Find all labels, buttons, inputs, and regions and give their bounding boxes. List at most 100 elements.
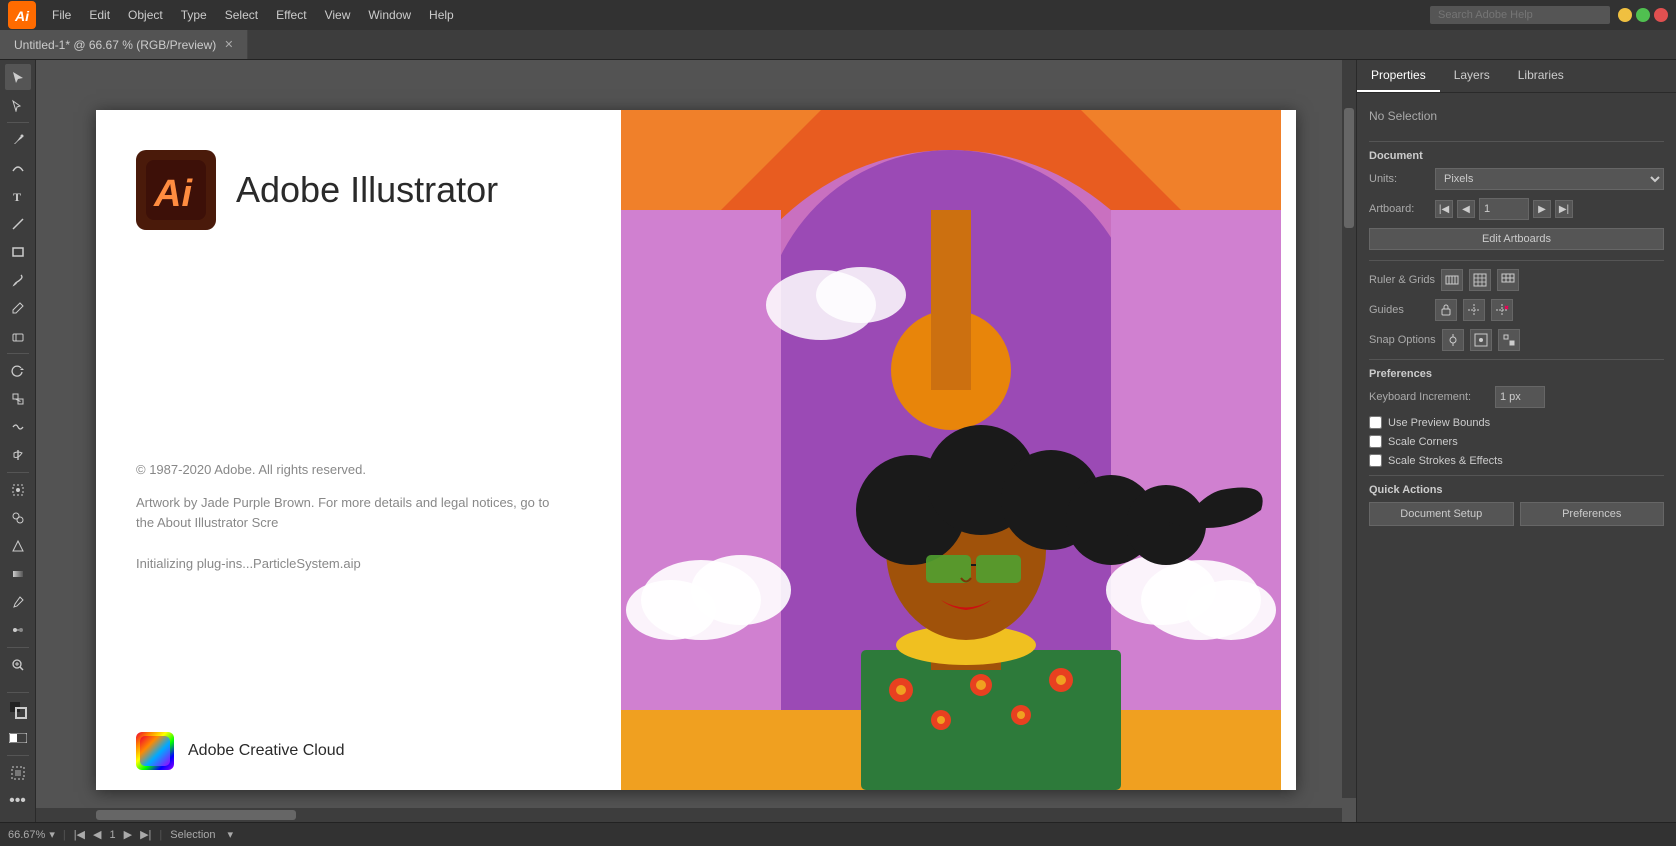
preferences-button[interactable]: Preferences xyxy=(1520,502,1665,526)
snap-icons xyxy=(1442,329,1520,351)
vertical-scrollbar[interactable] xyxy=(1342,60,1356,798)
splash-content: Ai Adobe Illustrator © 1987-2020 Adobe. … xyxy=(96,110,1296,790)
artboard-first-btn[interactable]: |◀ xyxy=(74,828,85,841)
tab-bar: Untitled-1* @ 66.67 % (RGB/Preview) ✕ xyxy=(0,30,1676,60)
artboard-number-status: 1 xyxy=(110,829,116,841)
guides-show-icon[interactable] xyxy=(1463,299,1485,321)
menu-type[interactable]: Type xyxy=(173,4,215,26)
pen-tool[interactable] xyxy=(5,127,31,153)
use-preview-bounds-checkbox[interactable] xyxy=(1369,416,1382,429)
menu-effect[interactable]: Effect xyxy=(268,4,314,26)
tab-properties[interactable]: Properties xyxy=(1357,60,1440,92)
scale-tool[interactable] xyxy=(5,386,31,412)
snap-pixel-icon[interactable] xyxy=(1498,329,1520,351)
units-select[interactable]: Pixels Inches Centimeters xyxy=(1435,168,1664,190)
document-setup-button[interactable]: Document Setup xyxy=(1369,502,1514,526)
eraser-tool[interactable] xyxy=(5,323,31,349)
warp-tool[interactable] xyxy=(5,414,31,440)
selection-mode-arrow[interactable]: ▾ xyxy=(228,828,234,841)
snap-options-row: Snap Options xyxy=(1369,329,1664,351)
guides-clear-icon[interactable] xyxy=(1491,299,1513,321)
line-tool[interactable] xyxy=(5,211,31,237)
scroll-thumb[interactable] xyxy=(1344,108,1354,228)
tools-bottom: ••• xyxy=(5,690,31,818)
rectangle-tool[interactable] xyxy=(5,239,31,265)
type-tool[interactable]: T xyxy=(5,183,31,209)
gradient-tool[interactable] xyxy=(5,561,31,587)
tab-libraries[interactable]: Libraries xyxy=(1504,60,1578,92)
artboard-row: Artboard: |◀ ◀ ▶ ▶| xyxy=(1369,198,1664,220)
left-toolbar: T xyxy=(0,60,36,822)
artboard-label: Artboard: xyxy=(1369,203,1429,215)
toolbar-divider-6 xyxy=(7,755,29,756)
edit-artboards-button[interactable]: Edit Artboards xyxy=(1369,228,1664,250)
pixel-grid-icon-btn[interactable] xyxy=(1497,269,1519,291)
units-label: Units: xyxy=(1369,173,1429,185)
selection-tool[interactable] xyxy=(5,64,31,90)
h-scroll-thumb[interactable] xyxy=(96,810,296,820)
curvature-tool[interactable] xyxy=(5,155,31,181)
panel-tabs: Properties Layers Libraries xyxy=(1357,60,1676,93)
more-tools-btn[interactable]: ••• xyxy=(5,788,31,814)
horizontal-scrollbar[interactable] xyxy=(36,808,1342,822)
snap-grid-icon[interactable] xyxy=(1470,329,1492,351)
close-button[interactable] xyxy=(1654,8,1668,22)
color-mode-tool[interactable] xyxy=(5,725,31,751)
guides-label: Guides xyxy=(1369,304,1429,316)
zoom-tool[interactable] xyxy=(5,652,31,678)
menu-edit[interactable]: Edit xyxy=(81,4,118,26)
menu-help[interactable]: Help xyxy=(421,4,462,26)
selection-mode-label: Selection xyxy=(170,829,215,841)
menu-object[interactable]: Object xyxy=(120,4,171,26)
rotate-tool[interactable] xyxy=(5,358,31,384)
artboard-prev-btn[interactable]: ◀ xyxy=(93,828,101,841)
ruler-icon-btn[interactable] xyxy=(1441,269,1463,291)
guides-lock-icon[interactable] xyxy=(1435,299,1457,321)
fill-stroke-tool[interactable] xyxy=(5,697,31,723)
artboard-next[interactable]: ▶ xyxy=(1533,200,1551,218)
keyboard-increment-input[interactable] xyxy=(1495,386,1545,408)
minimize-button[interactable] xyxy=(1618,8,1632,22)
menu-view[interactable]: View xyxy=(317,4,359,26)
free-transform-tool[interactable] xyxy=(5,477,31,503)
guides-row: Guides xyxy=(1369,299,1664,321)
perspective-grid-tool[interactable] xyxy=(5,533,31,559)
eyedropper-tool[interactable] xyxy=(5,589,31,615)
artboard-last-btn[interactable]: ▶| xyxy=(140,828,151,841)
artboard-number-input[interactable] xyxy=(1479,198,1529,220)
shape-builder-tool[interactable] xyxy=(5,505,31,531)
document-tab[interactable]: Untitled-1* @ 66.67 % (RGB/Preview) ✕ xyxy=(0,30,248,59)
artboard-tool-btn[interactable] xyxy=(5,760,31,786)
tab-close-icon[interactable]: ✕ xyxy=(224,38,233,51)
direct-selection-tool[interactable] xyxy=(5,92,31,118)
use-preview-bounds-label: Use Preview Bounds xyxy=(1388,417,1490,429)
scrollbar-corner xyxy=(1654,828,1668,842)
cc-logo-icon xyxy=(136,732,174,770)
divider-2 xyxy=(1369,260,1664,261)
maximize-button[interactable] xyxy=(1636,8,1650,22)
menu-window[interactable]: Window xyxy=(360,4,419,26)
width-tool[interactable] xyxy=(5,442,31,468)
artboard-prev[interactable]: ◀ xyxy=(1457,200,1475,218)
pencil-tool[interactable] xyxy=(5,295,31,321)
splash-status: Initializing plug-ins...ParticleSystem.a… xyxy=(136,556,566,571)
snap-point-icon[interactable] xyxy=(1442,329,1464,351)
search-input[interactable] xyxy=(1430,6,1610,24)
snap-options-label: Snap Options xyxy=(1369,334,1436,346)
menu-select[interactable]: Select xyxy=(217,4,266,26)
artboard-next-next[interactable]: ▶| xyxy=(1555,200,1573,218)
paintbrush-tool[interactable] xyxy=(5,267,31,293)
grid-icon-btn[interactable] xyxy=(1469,269,1491,291)
splash-footer: Adobe Creative Cloud xyxy=(136,732,345,770)
menu-file[interactable]: File xyxy=(44,4,79,26)
zoom-control: 66.67% ▾ xyxy=(8,828,55,841)
blend-tool[interactable] xyxy=(5,617,31,643)
scale-strokes-checkbox[interactable] xyxy=(1369,454,1382,467)
tab-layers[interactable]: Layers xyxy=(1440,60,1504,92)
right-panel: Properties Layers Libraries No Selection… xyxy=(1356,60,1676,822)
zoom-dropdown-icon[interactable]: ▾ xyxy=(49,828,55,841)
scale-corners-checkbox[interactable] xyxy=(1369,435,1382,448)
artboard-next-btn[interactable]: ▶ xyxy=(124,828,132,841)
artboard-prev-prev[interactable]: |◀ xyxy=(1435,200,1453,218)
cc-text: Adobe Creative Cloud xyxy=(188,742,345,760)
